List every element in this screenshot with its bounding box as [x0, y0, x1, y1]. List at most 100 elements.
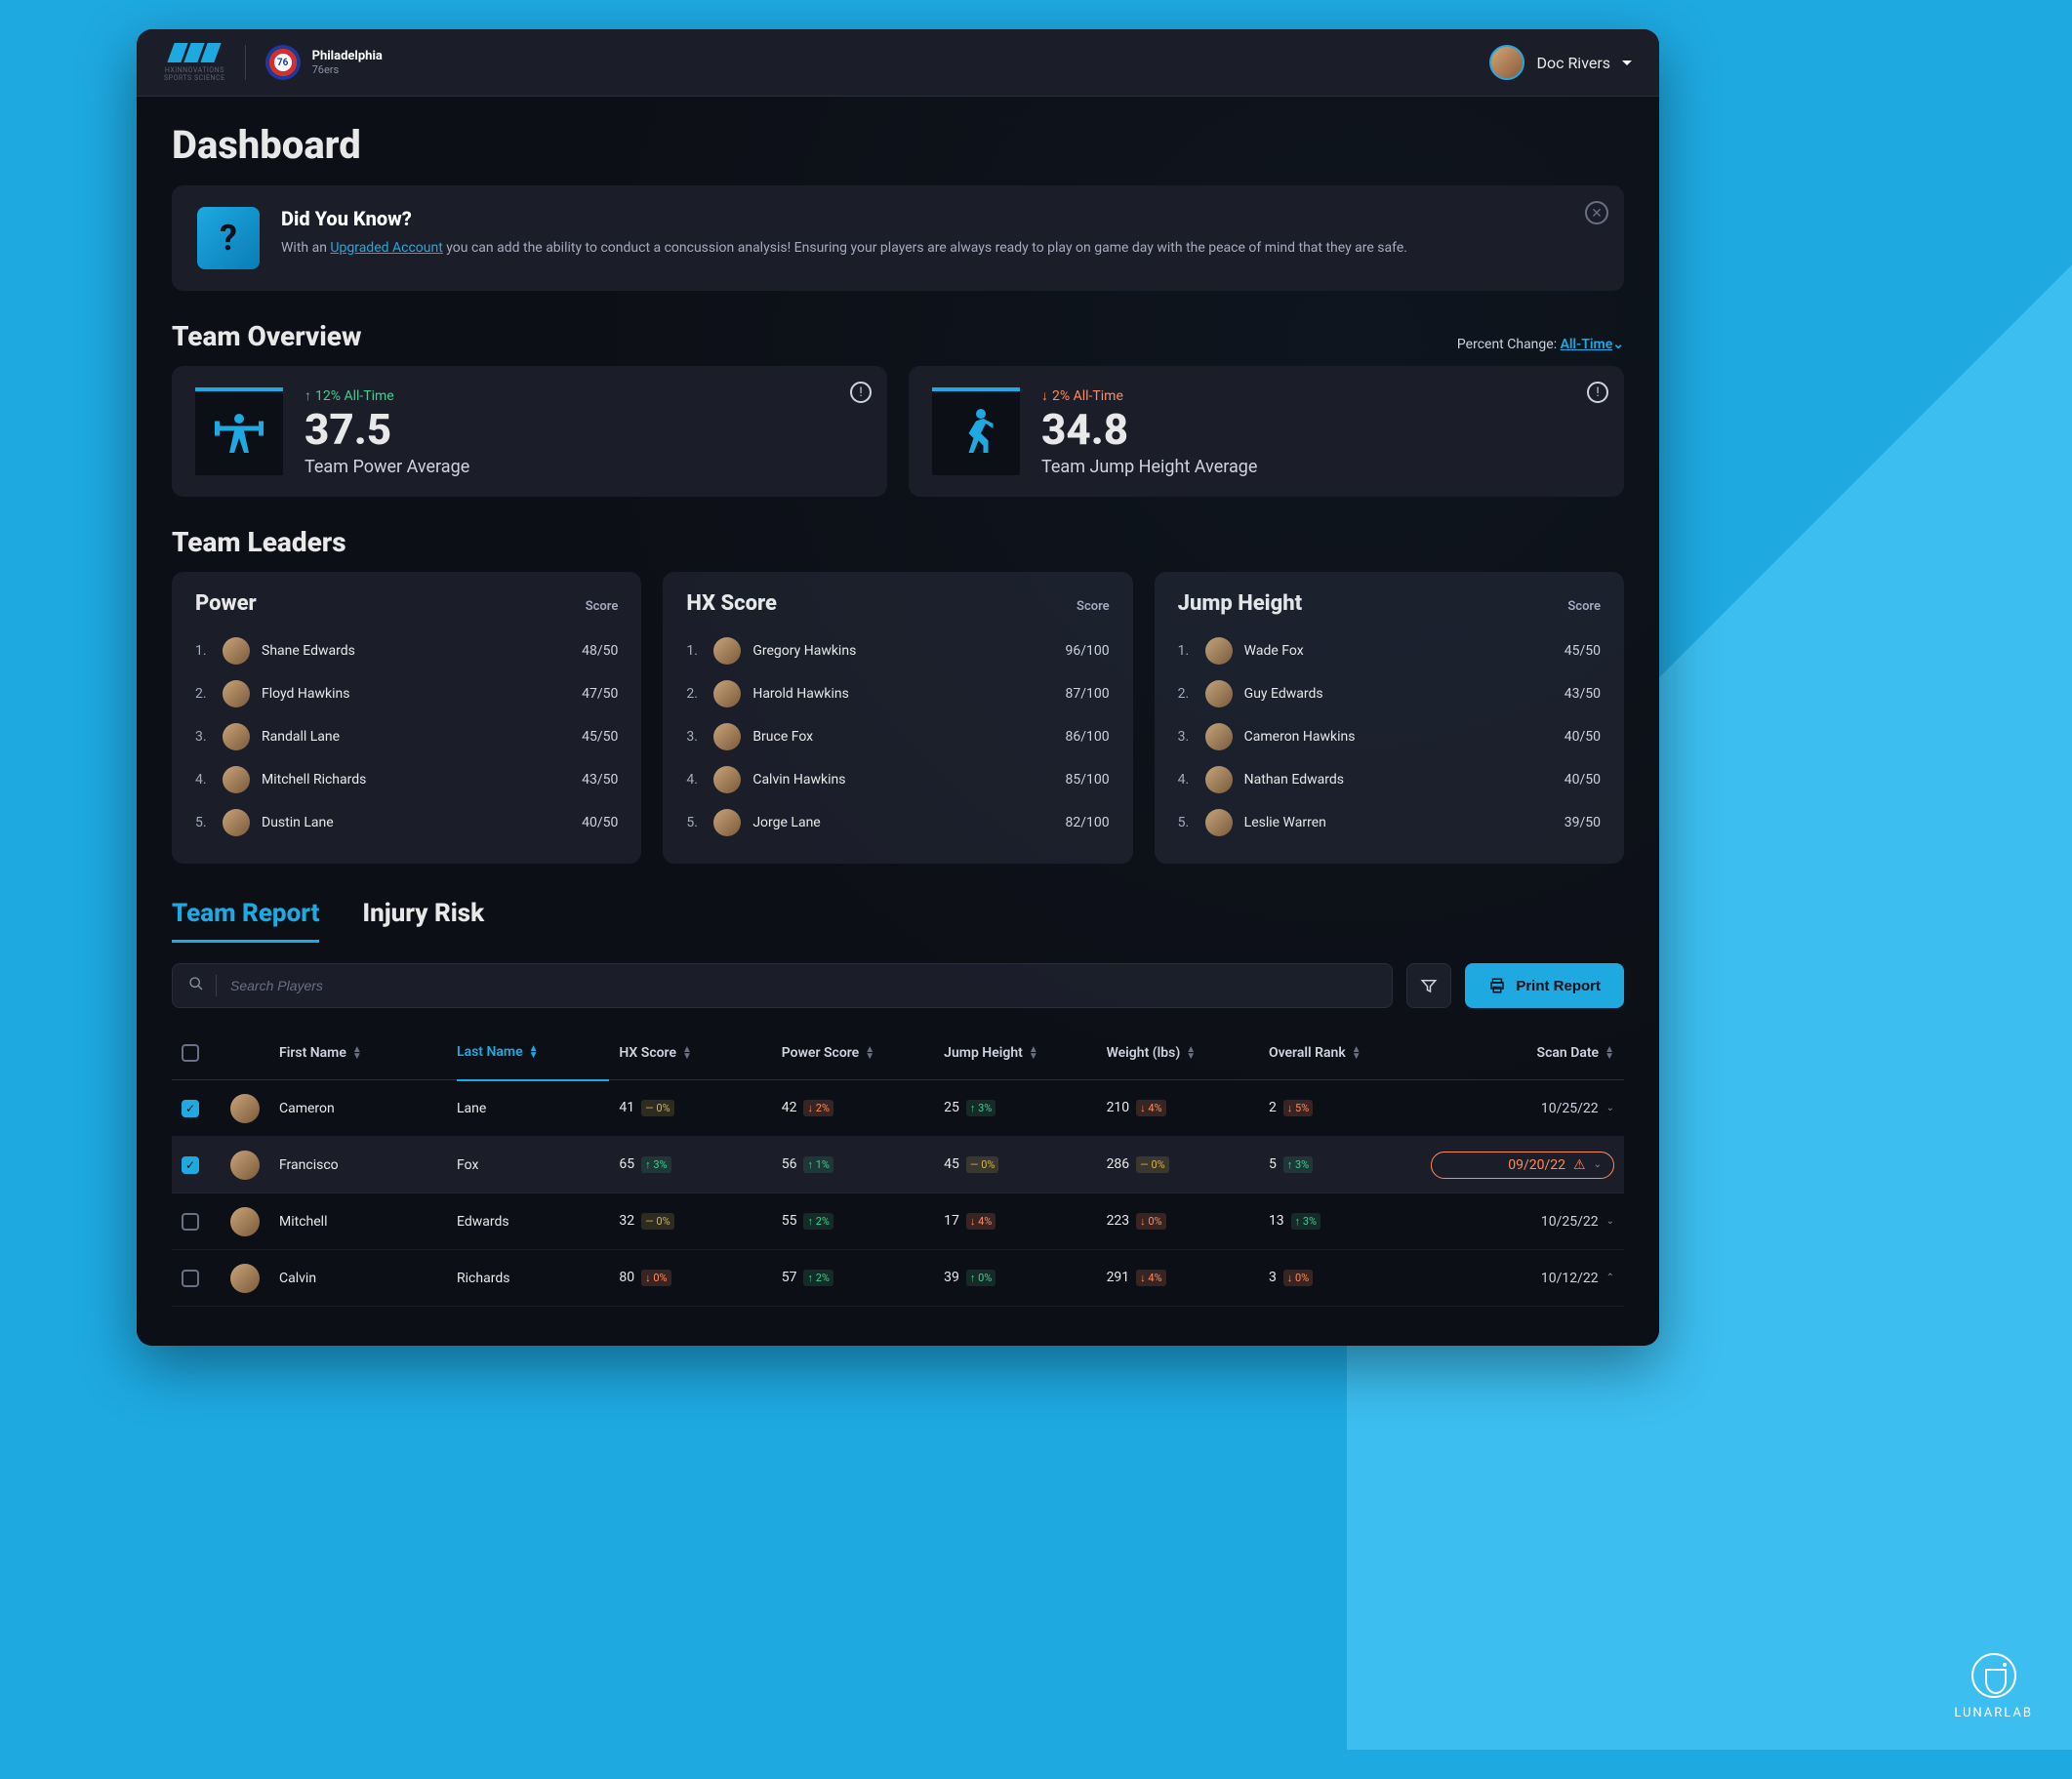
- row-checkbox[interactable]: [182, 1270, 199, 1287]
- leader-row[interactable]: 5. Dustin Lane 40/50: [195, 801, 618, 844]
- leader-row[interactable]: 4. Mitchell Richards 43/50: [195, 758, 618, 801]
- filter-button[interactable]: [1406, 963, 1451, 1008]
- leader-rank: 2.: [1178, 686, 1194, 702]
- leader-row[interactable]: 4. Calvin Hawkins 85/100: [686, 758, 1109, 801]
- leader-rank: 4.: [195, 772, 211, 788]
- percent-change-selector[interactable]: Percent Change: All-Time⌄: [1457, 337, 1624, 352]
- leader-name: Floyd Hawkins: [262, 686, 570, 702]
- leader-row[interactable]: 1. Gregory Hawkins 96/100: [686, 629, 1109, 672]
- col-weight[interactable]: Weight (lbs)▲▼: [1107, 1045, 1259, 1061]
- scan-date[interactable]: 10/12/22 ⌃: [1431, 1271, 1614, 1286]
- leader-row[interactable]: 1. Wade Fox 45/50: [1178, 629, 1601, 672]
- leader-rank: 3.: [195, 729, 211, 745]
- leader-row[interactable]: 5. Jorge Lane 82/100: [686, 801, 1109, 844]
- power-score: 42 ↓ 2%: [782, 1100, 934, 1116]
- tab-team-report[interactable]: Team Report: [172, 899, 319, 943]
- sort-icon: ▲▼: [1605, 1046, 1614, 1060]
- jump-height: 39 ↑ 0%: [944, 1270, 1096, 1286]
- power-delta: ↑12% All-Time: [305, 387, 394, 404]
- player-avatar-icon: [230, 1207, 260, 1236]
- table-row[interactable]: ✓ Cameron Lane 41 — 0% 42 ↓ 2% 25 ↑ 3% 2…: [172, 1080, 1624, 1137]
- col-hx-score[interactable]: HX Score▲▼: [619, 1045, 771, 1061]
- percent-badge: ↓ 4%: [966, 1213, 995, 1230]
- leaders-power-title: Power: [195, 591, 257, 616]
- col-overall-rank[interactable]: Overall Rank▲▼: [1269, 1045, 1421, 1061]
- upgraded-account-link[interactable]: Upgraded Account: [330, 240, 442, 256]
- leader-row[interactable]: 2. Harold Hawkins 87/100: [686, 672, 1109, 715]
- percent-badge: ↑ 3%: [966, 1100, 995, 1116]
- team-leaders-head: Team Leaders: [172, 526, 1624, 558]
- leader-name: Gregory Hawkins: [752, 643, 1053, 659]
- brand-logo[interactable]: HXINNOVATIONSSPORTS SCIENCE: [164, 43, 225, 82]
- team-badge[interactable]: 76 Philadelphia 76ers: [265, 45, 383, 80]
- player-avatar-icon: [1205, 637, 1233, 665]
- leader-row[interactable]: 3. Randall Lane 45/50: [195, 715, 618, 758]
- scan-date[interactable]: 10/25/22 ⌄: [1431, 1214, 1614, 1230]
- leader-score: 86/100: [1066, 729, 1110, 745]
- search-row: Print Report: [172, 963, 1624, 1008]
- chevron-down-icon: ⌄: [1612, 337, 1624, 352]
- search-box[interactable]: [172, 963, 1393, 1008]
- row-checkbox[interactable]: ✓: [182, 1100, 199, 1117]
- col-last-name[interactable]: Last Name▲▼: [457, 1044, 609, 1081]
- player-avatar-icon: [230, 1264, 260, 1293]
- print-report-button[interactable]: Print Report: [1465, 963, 1624, 1008]
- row-checkbox[interactable]: ✓: [182, 1156, 199, 1174]
- player-avatar-icon: [223, 680, 250, 708]
- leader-row[interactable]: 1. Shane Edwards 48/50: [195, 629, 618, 672]
- leader-rank: 1.: [1178, 643, 1194, 659]
- table-row[interactable]: ✓ Francisco Fox 65 ↑ 3% 56 ↑ 1% 45 — 0% …: [172, 1137, 1624, 1193]
- col-scan-date[interactable]: Scan Date▲▼: [1431, 1045, 1614, 1061]
- close-banner-button[interactable]: ✕: [1585, 201, 1608, 224]
- info-icon[interactable]: !: [850, 382, 872, 403]
- jump-height: 17 ↓ 4%: [944, 1213, 1096, 1230]
- last-name: Richards: [457, 1271, 609, 1286]
- leader-row[interactable]: 2. Floyd Hawkins 47/50: [195, 672, 618, 715]
- tab-injury-risk[interactable]: Injury Risk: [362, 899, 484, 943]
- leader-score: 85/100: [1066, 772, 1110, 788]
- leader-row[interactable]: 2. Guy Edwards 43/50: [1178, 672, 1601, 715]
- select-all-checkbox[interactable]: [182, 1044, 199, 1062]
- power-score: 55 ↑ 2%: [782, 1213, 934, 1230]
- question-icon: ?: [197, 207, 260, 269]
- player-avatar-icon: [713, 723, 741, 750]
- player-avatar-icon: [1205, 723, 1233, 750]
- user-name: Doc Rivers: [1536, 54, 1610, 72]
- leader-rank: 3.: [1178, 729, 1194, 745]
- col-jump-height[interactable]: Jump Height▲▼: [944, 1045, 1096, 1061]
- table-row[interactable]: Mitchell Edwards 32 — 0% 55 ↑ 2% 17 ↓ 4%…: [172, 1193, 1624, 1250]
- info-icon[interactable]: !: [1587, 382, 1608, 403]
- leader-row[interactable]: 3. Bruce Fox 86/100: [686, 715, 1109, 758]
- page-title: Dashboard: [172, 122, 1624, 168]
- scan-date[interactable]: 10/25/22 ⌄: [1431, 1101, 1614, 1116]
- content-area: Dashboard ✕ ? Did You Know? With an Upgr…: [137, 97, 1659, 1346]
- player-avatar-icon: [1205, 809, 1233, 836]
- col-power-score[interactable]: Power Score▲▼: [782, 1045, 934, 1061]
- leader-score: 40/50: [582, 815, 618, 830]
- sort-icon: ▲▼: [352, 1046, 362, 1060]
- col-first-name[interactable]: First Name▲▼: [279, 1045, 447, 1061]
- table-row[interactable]: Calvin Richards 80 ↓ 0% 57 ↑ 2% 39 ↑ 0% …: [172, 1250, 1624, 1307]
- chevron-icon: ⌃: [1606, 1273, 1614, 1283]
- scan-date-badge[interactable]: 09/20/22 ⚠ ⌄: [1431, 1152, 1614, 1179]
- leader-rank: 5.: [686, 815, 702, 830]
- leader-row[interactable]: 3. Cameron Hawkins 40/50: [1178, 715, 1601, 758]
- leader-rank: 2.: [195, 686, 211, 702]
- row-checkbox[interactable]: [182, 1213, 199, 1231]
- leader-name: Harold Hawkins: [752, 686, 1053, 702]
- player-avatar-icon: [713, 680, 741, 708]
- leader-row[interactable]: 5. Leslie Warren 39/50: [1178, 801, 1601, 844]
- search-input[interactable]: [230, 978, 1376, 993]
- user-avatar-icon: [1489, 45, 1524, 80]
- leader-row[interactable]: 4. Nathan Edwards 40/50: [1178, 758, 1601, 801]
- lunarlab-text: LUNARLAB: [1954, 1706, 2033, 1720]
- percent-badge: ↑ 2%: [803, 1213, 833, 1230]
- jump-value: 34.8: [1041, 408, 1257, 451]
- score-label: Score: [1567, 599, 1601, 614]
- team-logo-icon: 76: [265, 45, 301, 80]
- overall-rank: 5 ↑ 3%: [1269, 1156, 1421, 1173]
- leader-score: 39/50: [1564, 815, 1601, 830]
- leader-score: 43/50: [582, 772, 618, 788]
- leader-rank: 5.: [195, 815, 211, 830]
- user-menu[interactable]: Doc Rivers: [1489, 45, 1632, 80]
